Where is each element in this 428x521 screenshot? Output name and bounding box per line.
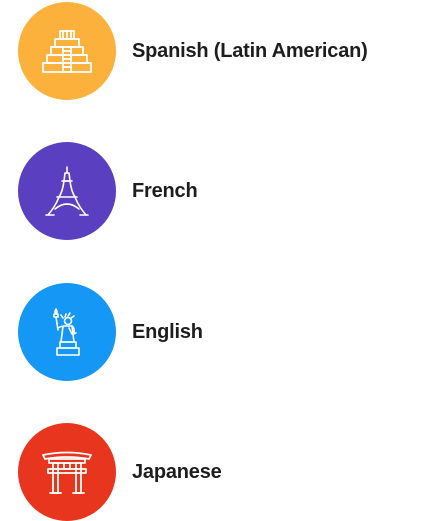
language-option-japanese[interactable]: Japanese [18, 423, 418, 521]
language-list: Spanish (Latin American) French English … [0, 0, 428, 521]
language-label: English [132, 320, 203, 343]
language-option-spanish[interactable]: Spanish (Latin American) [18, 2, 418, 100]
language-label: Japanese [132, 460, 222, 483]
language-label: Spanish (Latin American) [132, 39, 368, 62]
language-badge-spanish [18, 2, 116, 100]
eiffel-tower-icon [45, 166, 89, 216]
pyramid-icon [42, 30, 92, 73]
statue-of-liberty-icon [53, 308, 80, 356]
torii-gate-icon [42, 451, 92, 494]
language-option-french[interactable]: French [18, 142, 418, 240]
language-label: French [132, 179, 198, 202]
language-badge-english [18, 283, 116, 381]
language-option-english[interactable]: English [18, 283, 418, 381]
language-badge-japanese [18, 423, 116, 521]
language-badge-french [18, 142, 116, 240]
